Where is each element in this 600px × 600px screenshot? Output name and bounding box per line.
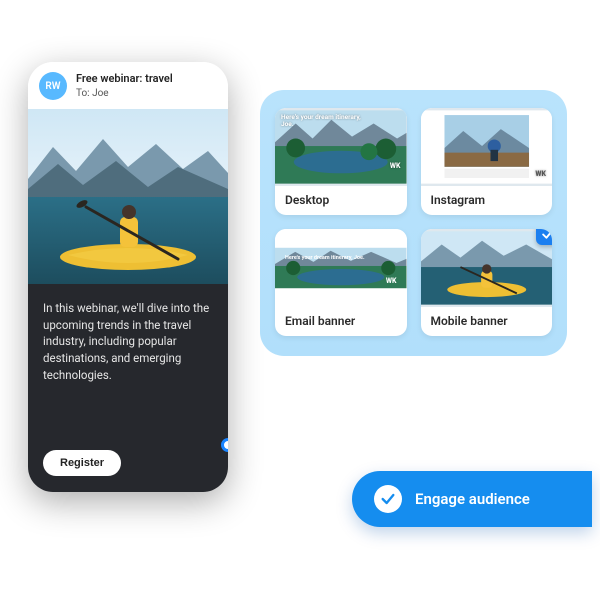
card-label: Instagram — [421, 186, 553, 215]
card-label: Desktop — [275, 186, 407, 215]
thumb-overlay-text: Here's your dream itinerary, Joe. — [281, 114, 361, 129]
thumb-email-banner: Here's your dream itinerary, Joe. WK — [275, 229, 407, 307]
pill-label: Engage audience — [415, 490, 530, 508]
email-body: In this webinar, we'll dive into the upc… — [28, 284, 228, 492]
email-subject: Free webinar: travel — [76, 72, 173, 86]
email-header: RW Free webinar: travel To: Joe — [28, 62, 228, 109]
card-instagram[interactable]: WK Instagram — [421, 108, 553, 215]
card-email-banner[interactable]: Here's your dream itinerary, Joe. WK Ema… — [275, 229, 407, 336]
hiker-scene-icon — [421, 108, 553, 186]
card-label: Email banner — [275, 307, 407, 336]
format-grid-panel: Here's your dream itinerary, Joe. WK Des… — [260, 90, 567, 356]
lake-banner-icon — [275, 229, 407, 307]
card-desktop[interactable]: Here's your dream itinerary, Joe. WK Des… — [275, 108, 407, 215]
thumb-overlay-text: Here's your dream itinerary, Joe. — [285, 255, 365, 261]
engage-audience-pill[interactable]: Engage audience — [352, 471, 592, 527]
phone-mockup: RW Free webinar: travel To: Joe — [28, 62, 228, 492]
card-label: Mobile banner — [421, 307, 553, 336]
thumb-mobile-banner — [421, 229, 553, 307]
kayak-scene-icon — [28, 109, 228, 284]
register-button[interactable]: Register — [43, 450, 121, 476]
wk-logo-icon: WK — [535, 170, 546, 178]
email-body-text: In this webinar, we'll dive into the upc… — [43, 300, 213, 383]
kayak-scene-icon — [421, 229, 553, 307]
check-icon — [380, 491, 396, 507]
hero-image — [28, 109, 228, 284]
checked-badge-icon — [536, 229, 552, 245]
check-circle-icon — [374, 485, 402, 513]
header-text: Free webinar: travel To: Joe — [76, 72, 173, 99]
avatar: RW — [39, 72, 67, 100]
email-to-line: To: Joe — [76, 87, 173, 100]
wk-logo-icon: WK — [386, 277, 397, 285]
live-dot-icon — [221, 438, 228, 452]
thumb-instagram — [421, 108, 553, 186]
check-icon — [541, 229, 553, 241]
card-mobile-banner[interactable]: Mobile banner — [421, 229, 553, 336]
wk-logo-icon: WK — [390, 162, 401, 170]
